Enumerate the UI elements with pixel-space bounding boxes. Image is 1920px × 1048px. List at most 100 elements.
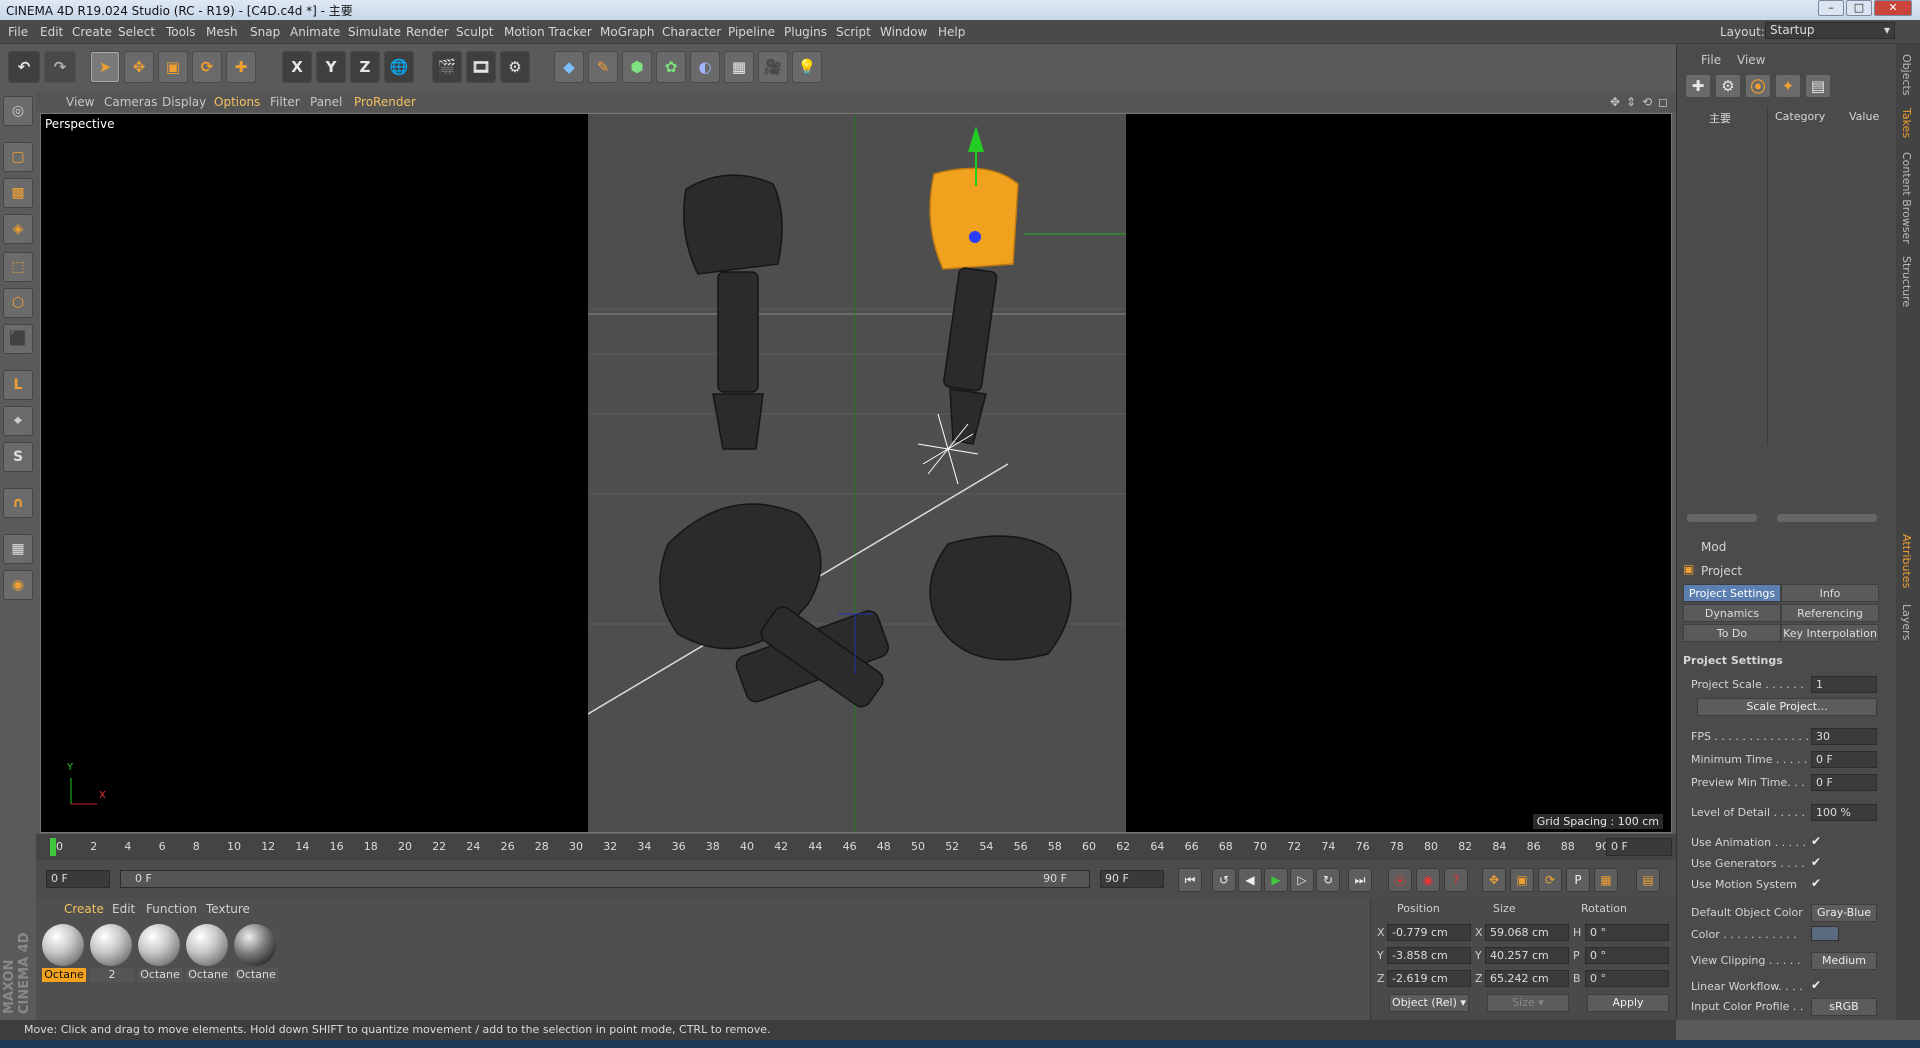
mat-menu-function[interactable]: Function — [146, 902, 197, 916]
side-tab-content-browser[interactable]: Content Browser — [1900, 152, 1913, 244]
linear-workflow-checkbox[interactable]: ✔ — [1811, 978, 1821, 992]
edges-mode-button[interactable]: ⬡ — [3, 288, 33, 318]
color-swatch[interactable] — [1811, 926, 1839, 941]
play-button[interactable]: ▶ — [1264, 868, 1288, 892]
menu-sculpt[interactable]: Sculpt — [456, 25, 493, 39]
camera-button[interactable]: 🎥 — [758, 51, 788, 83]
lod-field[interactable]: 100 % — [1811, 804, 1877, 821]
lock-workplane-button[interactable]: ▦ — [3, 534, 33, 564]
timeline-menu-button[interactable]: ▤ — [1636, 868, 1660, 892]
tweak-mode-button[interactable]: ⌖ — [3, 406, 33, 436]
pos-x-field[interactable]: -0.779 cm — [1387, 924, 1471, 941]
floor-button[interactable]: ▦ — [724, 51, 754, 83]
project-scale-field[interactable]: 1 — [1811, 676, 1877, 693]
redo-button[interactable]: ↷ — [44, 51, 76, 83]
undo-button[interactable]: ↶ — [8, 51, 40, 83]
render-view-button[interactable]: 🎬 — [432, 51, 462, 83]
go-to-start-button[interactable]: ⏮ — [1178, 868, 1202, 892]
make-editable-button[interactable]: ◎ — [3, 96, 33, 126]
min-time-field[interactable]: 0 F — [1811, 751, 1877, 768]
side-tab-takes[interactable]: Takes — [1900, 108, 1913, 138]
menu-tools[interactable]: Tools — [166, 25, 196, 39]
obj-menu-view[interactable]: View — [1737, 53, 1765, 67]
side-tab-objects[interactable]: Objects — [1900, 54, 1913, 96]
key-rotation-button[interactable]: ⟳ — [1538, 868, 1562, 892]
workplane-button[interactable]: ◈ — [3, 214, 33, 244]
key-scale-button[interactable]: ▣ — [1510, 868, 1534, 892]
vp-menu-prorender[interactable]: ProRender — [354, 95, 416, 109]
material-item[interactable]: 2 — [90, 924, 134, 984]
light-button[interactable]: 💡 — [792, 51, 822, 83]
vp-nav-zoom-icon[interactable]: ⇕ — [1626, 95, 1636, 109]
x-axis-button[interactable]: X — [282, 51, 312, 83]
tab-key-interpolation[interactable]: Key Interpolation — [1781, 624, 1879, 642]
viewport-camera-label[interactable]: Perspective — [45, 117, 115, 131]
size-mode-dropdown[interactable]: Size ▾ — [1487, 994, 1569, 1012]
coord-mode-dropdown[interactable]: Object (Rel) ▾ — [1389, 994, 1469, 1012]
vp-menu-options[interactable]: Options — [214, 95, 260, 109]
menu-mesh[interactable]: Mesh — [206, 25, 238, 39]
render-picture-viewer-button[interactable]: 🎞 — [466, 51, 496, 83]
obj-tool-icon-2[interactable]: ⚙ — [1715, 74, 1741, 98]
snap-button[interactable]: S — [3, 442, 33, 472]
timeline-ruler[interactable]: 0 2 4 6 8 10 12 14 16 18 20 22 24 26 28 30 32 34 36 38 40 42 4… — [36, 834, 1676, 860]
mat-menu-texture[interactable]: Texture — [206, 902, 250, 916]
auto-key-button[interactable]: ◉ — [1416, 868, 1440, 892]
menu-select[interactable]: Select — [118, 25, 155, 39]
vp-menu-display[interactable]: Display — [162, 95, 206, 109]
pen-button[interactable]: ✎ — [588, 51, 618, 83]
vp-nav-move-icon[interactable]: ✥ — [1610, 95, 1620, 109]
move-tool-button[interactable]: ✥ — [124, 51, 154, 83]
use-generators-checkbox[interactable]: ✔ — [1811, 855, 1821, 869]
menu-character[interactable]: Character — [662, 25, 721, 39]
menu-pipeline[interactable]: Pipeline — [728, 25, 775, 39]
close-button[interactable]: ✕ — [1874, 0, 1912, 16]
layout-select[interactable]: Startup ▾ — [1765, 22, 1895, 39]
key-position-button[interactable]: ✥ — [1482, 868, 1506, 892]
z-axis-button[interactable]: Z — [350, 51, 380, 83]
y-axis-arrow[interactable] — [968, 126, 984, 152]
menu-render[interactable]: Render — [406, 25, 449, 39]
rot-p-field[interactable]: 0 ° — [1585, 947, 1669, 964]
rot-b-field[interactable]: 0 ° — [1585, 970, 1669, 987]
side-tab-structure[interactable]: Structure — [1900, 256, 1913, 307]
live-select-button[interactable]: ✚ — [226, 51, 256, 83]
vp-nav-rotate-icon[interactable]: ⟲ — [1642, 95, 1652, 109]
side-tab-layers[interactable]: Layers — [1900, 604, 1913, 640]
select-tool-button[interactable]: ➤ — [90, 51, 120, 83]
next-key-button[interactable]: ↻ — [1316, 868, 1340, 892]
texture-mode-button[interactable]: ▩ — [3, 178, 33, 208]
points-mode-button[interactable]: ⬚ — [3, 252, 33, 282]
pos-y-field[interactable]: -3.858 cm — [1387, 947, 1471, 964]
minimize-button[interactable]: – — [1818, 0, 1844, 16]
object-axis-handle[interactable] — [969, 231, 981, 243]
menu-create[interactable]: Create — [72, 25, 112, 39]
obj-tool-icon-5[interactable]: ▤ — [1805, 74, 1831, 98]
axis-mode-button[interactable]: L — [3, 370, 33, 400]
menu-file[interactable]: File — [8, 25, 28, 39]
playhead[interactable] — [50, 838, 56, 856]
next-frame-button[interactable]: ▷ — [1290, 868, 1314, 892]
tab-project-settings[interactable]: Project Settings — [1683, 584, 1781, 602]
key-pla-button[interactable]: ▦ — [1594, 868, 1618, 892]
cube-button[interactable]: ◆ — [554, 51, 584, 83]
default-color-dropdown[interactable]: Gray-Blue — [1811, 904, 1877, 922]
vp-menu-panel[interactable]: Panel — [310, 95, 342, 109]
obj-tool-icon-3[interactable]: ⦿ — [1745, 74, 1771, 98]
magnet-button[interactable]: ∩ — [3, 488, 33, 518]
material-item[interactable]: Octane — [234, 924, 278, 984]
vp-maximize-icon[interactable]: ◻ — [1658, 95, 1668, 109]
y-axis-button[interactable]: Y — [316, 51, 346, 83]
apply-button[interactable]: Apply — [1587, 994, 1669, 1012]
viewport[interactable]: Perspective Y X Grid Spacing : 100 cm — [40, 113, 1672, 833]
current-frame-field[interactable]: 0 F — [1606, 838, 1672, 856]
end-frame-field[interactable]: 90 F — [1100, 870, 1164, 888]
fps-field[interactable]: 30 — [1811, 728, 1877, 745]
model-mode-button[interactable]: ▢ — [3, 142, 33, 172]
input-profile-dropdown[interactable]: sRGB — [1811, 998, 1877, 1016]
material-item[interactable]: Octane — [42, 924, 86, 984]
size-y-field[interactable]: 40.257 cm — [1485, 947, 1569, 964]
use-animation-checkbox[interactable]: ✔ — [1811, 834, 1821, 848]
material-item[interactable]: Octane — [186, 924, 230, 984]
menu-motion-tracker[interactable]: Motion Tracker — [504, 25, 592, 39]
